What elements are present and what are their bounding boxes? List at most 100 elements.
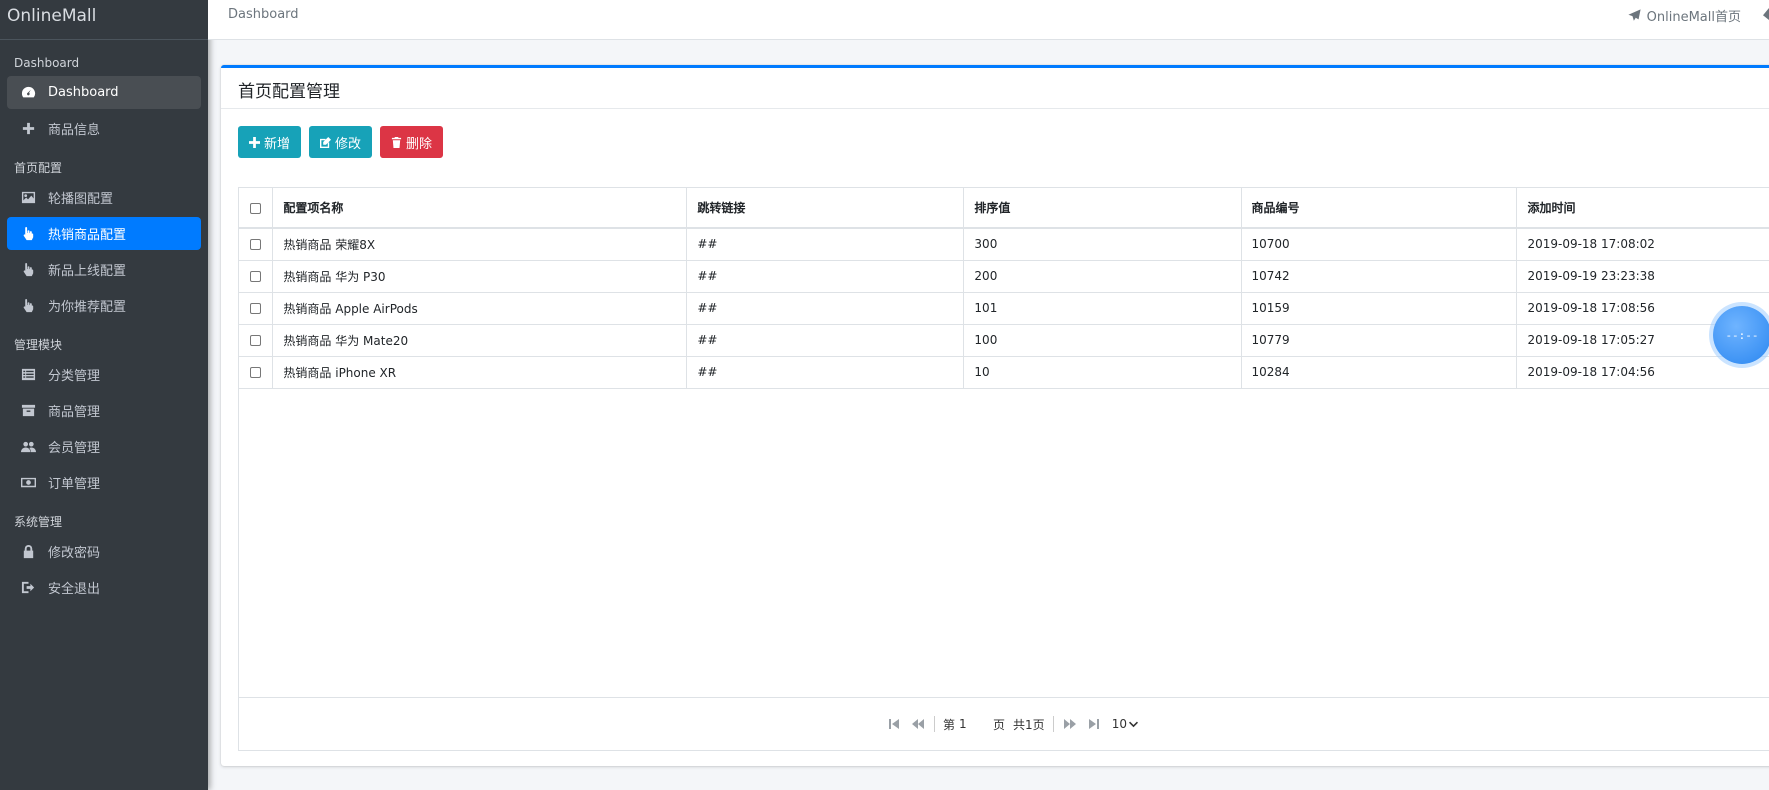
column-header[interactable]: 排序值 [963,188,1242,229]
table-row[interactable]: 热销商品 iPhone XR ## 10 10284 2019-09-18 17:04:… [239,356,1769,389]
pager: 第 页 共1页 10 [239,697,1769,750]
column-header[interactable]: 配置项名称 [272,188,688,229]
plus-icon [20,121,36,137]
next-page-button[interactable] [1062,716,1078,732]
home-link-label: OnlineMall首页 [1646,10,1741,25]
sidebar-item[interactable]: 轮播图配置 [7,181,201,214]
table-cell: 10779 [1241,324,1518,357]
table-row[interactable]: 热销商品 Apple AirPods ## 101 10159 2019-09-18 1… [239,292,1769,325]
sign-out-icon [20,580,36,596]
top-navbar: Dashboard OnlineMall首页 [208,0,1769,40]
column-header[interactable]: 添加时间 [1516,188,1769,229]
table-cell: 10742 [1241,260,1518,293]
table-cell: 200 [963,260,1242,293]
edit-icon [320,136,332,148]
sidebar-item-label: Dashboard [48,85,119,100]
prev-page-button[interactable] [910,716,926,732]
pager-separator [1052,716,1054,732]
hand-pointer-icon [20,226,36,242]
first-page-icon [889,719,900,729]
table-header-row: 配置项名称 跳转链接 排序值 商品编号 添加时间 [239,188,1769,229]
row-checkbox[interactable] [250,303,262,314]
sidebar-item-label: 安全退出 [48,582,101,597]
sidebar-item[interactable]: Dashboard [7,76,201,109]
sidebar-item[interactable]: 商品管理 [7,394,201,427]
add-button[interactable]: 新增 [238,126,302,158]
row-checkbox[interactable] [250,367,262,378]
brand-logo[interactable]: OnlineMall [0,0,208,40]
sidebar-item[interactable]: 订单管理 [7,466,201,499]
page-size-select[interactable]: 10 [1112,717,1138,731]
row-select-cell [239,228,274,261]
user-icon[interactable] [1763,8,1769,20]
prev-page-icon [912,719,925,729]
edit-button[interactable]: 修改 [309,126,373,158]
table-cell: 10159 [1241,292,1518,325]
column-header[interactable]: 跳转链接 [686,188,965,229]
hand-pointer-icon [20,262,36,278]
row-checkbox[interactable] [250,335,262,346]
table-body: 热销商品 荣耀8X ## 300 10700 2019-09-18 17:08:02 热销… [239,228,1769,389]
page-suffix: 页 [993,717,1006,732]
paper-plane-icon [1628,9,1641,21]
home-link[interactable]: OnlineMall首页 [1628,6,1741,25]
table-cell: 热销商品 华为 Mate20 [272,324,688,357]
row-checkbox[interactable] [250,239,262,251]
pager-separator [934,716,936,732]
sidebar-item[interactable]: 分类管理 [7,358,201,391]
table-cell: 热销商品 Apple AirPods [272,292,688,325]
table-row[interactable]: 热销商品 荣耀8X ## 300 10700 2019-09-18 17:08:02 [239,228,1769,261]
last-page-button[interactable] [1086,716,1102,732]
row-select-cell [239,324,274,357]
column-header[interactable]: 商品编号 [1241,188,1518,229]
sidebar-item[interactable]: 会员管理 [7,430,201,463]
money-icon [20,475,36,491]
row-select-cell [239,356,274,389]
page-prefix: 第 [943,717,956,732]
plus-icon [249,136,260,148]
sidebar-item-label: 订单管理 [48,477,101,492]
row-checkbox[interactable] [250,271,262,282]
sidebar-item-label: 热销商品配置 [48,228,127,243]
nav-section: 系统管理修改密码安全退出 [0,513,208,604]
select-all-checkbox[interactable] [250,202,262,214]
table-row[interactable]: 热销商品 华为 P30 ## 200 10742 2019-09-19 23:23:38 [239,260,1769,293]
sidebar-item-label: 修改密码 [48,546,101,561]
table-cell: 10284 [1241,356,1518,389]
sidebar-item[interactable]: 新品上线配置 [7,253,201,286]
nav-section-header: 系统管理 [14,515,63,529]
table-cell: 100 [963,324,1242,357]
nav-section-header: Dashboard [14,56,80,70]
nav-section-header: 首页配置 [14,161,63,175]
sidebar-item[interactable]: 修改密码 [7,535,201,568]
table-row[interactable]: 热销商品 华为 Mate20 ## 100 10779 2019-09-18 17:05… [239,324,1769,357]
list-icon [20,367,36,383]
table-cell: ## [686,260,965,293]
sidebar-item[interactable]: 热销商品配置 [7,217,201,250]
sidebar-item[interactable]: 为你推荐配置 [7,289,201,322]
floating-widget[interactable]: --:-- [1713,306,1769,364]
table-cell: ## [686,228,965,261]
nav-section: 管理模块 分类管理 商品管理 会员管理 订单管理 [0,336,208,499]
sidebar-item[interactable]: 安全退出 [7,571,201,604]
table-cell: 热销商品 荣耀8X [272,228,688,261]
tachometer-icon [20,85,36,101]
sidebar-item-label: 商品管理 [48,405,101,420]
breadcrumb[interactable]: Dashboard [228,7,299,22]
sidebar-item-label: 分类管理 [48,369,101,384]
sidebar-item[interactable]: 商品信息 [7,112,201,145]
sidebar-item-label: 商品信息 [48,123,101,138]
total-pages: 共1页 [1013,717,1045,732]
hand-pointer-icon [20,298,36,314]
image-icon [20,190,36,206]
page-size-value: 10 [1111,717,1127,731]
page-number-input[interactable] [959,715,990,733]
toolbar: 新增 修改 删除 [238,126,444,158]
first-page-button[interactable] [886,716,902,732]
sidebar-item-label: 轮播图配置 [48,192,114,207]
trash-icon [391,136,402,148]
lock-icon [20,544,36,560]
nav-section: 首页配置轮播图配置热销商品配置新品上线配置 为你推荐配置 [0,159,208,322]
config-card: 首页配置管理 新增 修改 删除 配置项名称 跳转链接 排序值 商品编号 添加时间 热销商… [221,65,1769,766]
delete-button[interactable]: 删除 [380,126,444,158]
